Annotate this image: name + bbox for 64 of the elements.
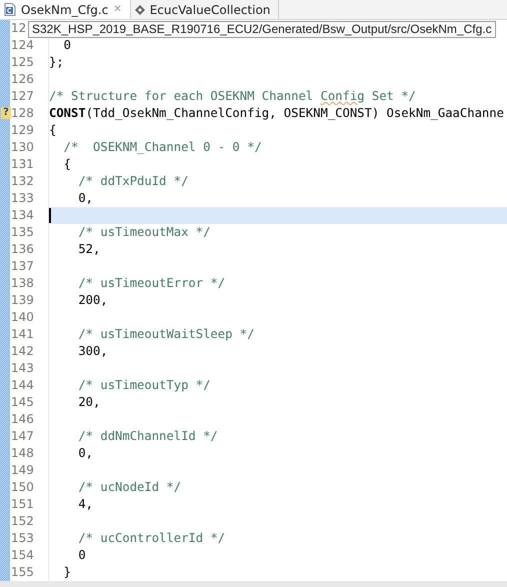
code-line: /* ddTxPduId */ [77,174,188,188]
text-cursor [49,208,51,223]
code-line: 0, [77,191,94,205]
file-path-tooltip: S32K_HSP_2019_BASE_R190716_ECU2/Generated/Bsw_Output/src/OsekNm_Cfg.c [28,21,496,38]
code-line: /* usTimeoutWaitSleep */ [77,327,254,341]
line-number: 124 [11,38,34,52]
editor-tab[interactable]: EcucValueCollection [130,0,280,19]
code-line: 0 [77,548,86,562]
code-line: { [49,123,56,137]
line-number: 139 [11,293,34,307]
line-number: 151 [11,497,34,511]
code-line: 0, [77,446,94,460]
code-line: /* usTimeoutError */ [77,276,226,290]
line-number: 155 [11,565,34,579]
code-line: 20, [77,395,100,409]
line-number: 148 [11,446,34,460]
code-line: CONST(Tdd_OsekNm_ChannelConfig, OSEKNM_CONST) OsekNm_GaaChanne [49,106,504,120]
line-number: 145 [11,395,34,409]
code-line: /* usTimeoutTyp */ [77,378,210,392]
diamond-icon [134,4,145,14]
line-number: 153 [11,531,34,545]
line-number: 152 [11,514,34,528]
code-line: 52, [77,242,100,256]
line-number: 154 [11,548,34,562]
line-number: 128 [11,106,34,120]
code-line: 300, [77,344,108,358]
code-line: /* ddNmChannelId */ [77,429,218,443]
c-file-icon [4,3,16,16]
line-number: 129 [11,123,34,137]
code-line: }; [49,55,64,69]
line-number: 125 [11,55,34,69]
line-number: 147 [11,429,34,443]
code-line: /* ucNodeId */ [77,480,182,494]
editor-tab[interactable]: OsekNm_Cfg.c ✕ [0,0,131,19]
line-number: 130 [11,140,34,154]
warning-marker: ? [1,107,11,119]
code-line: 200, [77,293,108,307]
line-number: 150 [11,480,34,494]
line-number: 127 [11,89,34,103]
code-line: 0 [62,38,72,52]
code-line: } [62,565,72,579]
line-number: 146 [11,412,34,426]
line-number: 131 [11,157,34,171]
code-line: 4, [77,497,94,511]
line-number: 143 [11,361,34,375]
code-line: /* Structure for each OSEKNM Channel Config Set */ [49,89,416,103]
line-number: 126 [11,72,34,86]
line-number: 141 [11,327,34,341]
line-number: 134 [11,208,34,222]
code-line: { [62,157,72,171]
line-number: 138 [11,276,34,290]
line-number: 144 [11,378,34,392]
line-number: 142 [11,344,34,358]
line-number: 137 [11,259,34,273]
line-number: 12 [11,21,26,35]
line-number: 133 [11,191,34,205]
line-number: 135 [11,225,34,239]
code-line: /* OSEKNM_Channel 0 - 0 */ [62,140,262,154]
line-number: 132 [11,174,34,188]
line-number: 140 [11,310,34,324]
line-number: 136 [11,242,34,256]
code-line: /* ucControllerId */ [77,531,226,545]
code-line: /* usTimeoutMax */ [77,225,210,239]
line-number: 149 [11,463,34,477]
